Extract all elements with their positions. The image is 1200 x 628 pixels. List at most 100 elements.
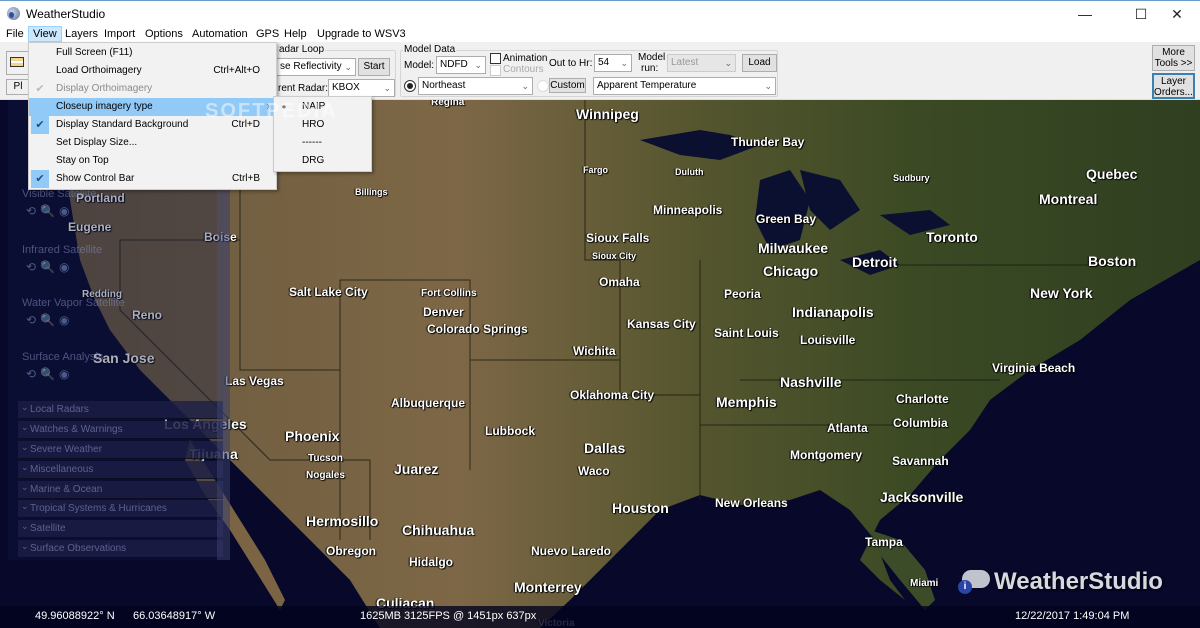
menu-item-label: Stay on Top xyxy=(56,155,109,166)
contours-checkbox[interactable] xyxy=(490,65,501,76)
menu-upgrade[interactable]: Upgrade to WSV3 xyxy=(313,26,410,42)
more-tools-button[interactable]: More Tools >> xyxy=(1152,45,1195,71)
custom-radio[interactable] xyxy=(537,80,549,92)
city-label: Toronto xyxy=(926,229,978,245)
city-label: Oklahoma City xyxy=(570,388,655,402)
category-watches-warnings[interactable]: Watches & Warnings xyxy=(18,418,223,439)
layers-toggle-button[interactable] xyxy=(6,51,30,75)
minimize-button[interactable]: — xyxy=(1062,1,1108,27)
city-label: Green Bay xyxy=(756,212,817,226)
category-surface-observations[interactable]: Surface Observations xyxy=(18,537,223,558)
city-label: Kansas City xyxy=(627,317,696,331)
city-label: Nogales xyxy=(306,470,345,481)
softpedia-watermark: SOFTPEDIA xyxy=(205,100,338,122)
model-label: Model: xyxy=(404,60,435,71)
model-select[interactable]: NDFD ⌄ xyxy=(436,56,486,74)
model-data-label: Model Data xyxy=(403,44,457,55)
datetime-readout: 12/22/2017 1:49:04 PM xyxy=(1015,610,1130,622)
city-label: Charlotte xyxy=(896,392,949,406)
app-icon xyxy=(7,7,20,20)
city-label: Hidalgo xyxy=(409,555,453,569)
section-surface-analysis[interactable]: Surface Analysis xyxy=(22,351,103,363)
city-label: Waco xyxy=(578,464,610,478)
menu-item-full-screen[interactable]: Full Screen (F11) xyxy=(29,44,276,62)
current-radar-select[interactable]: KBOX ⌄ xyxy=(328,79,395,97)
city-label: Montgomery xyxy=(790,448,862,462)
menu-item-stay-on-top[interactable]: Stay on Top xyxy=(29,152,276,170)
city-label: Tampa xyxy=(865,535,903,549)
city-label: Detroit xyxy=(852,254,898,270)
close-button[interactable]: ✕ xyxy=(1154,1,1200,27)
variable-select[interactable]: Apparent Temperature ⌄ xyxy=(593,77,776,95)
check-icon: ✔ xyxy=(35,83,45,95)
menu-item-load-orthoimagery[interactable]: Load Orthoimagery Ctrl+Alt+O xyxy=(29,62,276,80)
menu-item-label: Display Standard Background xyxy=(56,119,189,130)
city-label: Boston xyxy=(1088,253,1137,269)
city-label: Salt Lake City xyxy=(289,285,368,299)
menu-automation[interactable]: Automation xyxy=(188,26,252,42)
category-miscellaneous[interactable]: Miscellaneous xyxy=(18,458,223,479)
submenu-item-label: ------ xyxy=(302,137,322,148)
region-value: Northeast xyxy=(422,80,466,91)
region-select[interactable]: Northeast ⌄ xyxy=(418,77,533,95)
menu-item-shortcut: Ctrl+B xyxy=(231,173,260,184)
section-icons[interactable]: ⟲🔍◉ xyxy=(26,260,73,274)
section-infrared-satellite[interactable]: Infrared Satellite xyxy=(22,244,102,256)
city-label: Atlanta xyxy=(827,421,868,435)
menu-help[interactable]: Help xyxy=(280,26,311,42)
category-tropical[interactable]: Tropical Systems & Hurricanes xyxy=(18,497,223,518)
menu-bar: File View Layers Import Options Automati… xyxy=(0,26,1200,42)
menu-item-display-orthoimagery[interactable]: ✔ Display Orthoimagery xyxy=(29,80,276,98)
menu-item-set-display-size[interactable]: Set Display Size... xyxy=(29,134,276,152)
city-label: Nashville xyxy=(780,374,842,390)
menu-import[interactable]: Import xyxy=(100,26,139,42)
menu-file[interactable]: File xyxy=(2,26,28,42)
city-label: Obregon xyxy=(326,544,376,558)
city-label: Fargo xyxy=(583,165,609,175)
category-severe-weather[interactable]: Severe Weather xyxy=(18,438,223,459)
model-value: NDFD xyxy=(440,59,468,70)
city-label: Billings xyxy=(355,187,388,197)
submenu-item-drg[interactable]: DRG xyxy=(274,152,371,170)
custom-button[interactable]: Custom xyxy=(549,78,586,93)
start-button[interactable]: Start xyxy=(358,58,390,76)
category-local-radars[interactable]: Local Radars xyxy=(18,398,223,419)
check-icon: ✔ xyxy=(31,116,49,134)
city-label: Columbia xyxy=(893,416,948,430)
city-label: Quebec xyxy=(1086,166,1138,182)
city-label: Virginia Beach xyxy=(992,361,1076,375)
city-label: Denver xyxy=(423,305,464,319)
section-water-vapor-satellite[interactable]: Water Vapor Satellite xyxy=(22,297,125,309)
city-label: New Orleans xyxy=(715,496,788,510)
city-label: Nuevo Laredo xyxy=(531,544,612,558)
city-label: New York xyxy=(1030,285,1093,301)
out-to-hr-select[interactable]: 54 ⌄ xyxy=(594,54,632,72)
load-button[interactable]: Load xyxy=(742,54,777,72)
animation-checkbox[interactable] xyxy=(490,53,501,64)
menu-item-show-control-bar[interactable]: ✔ Show Control Bar Ctrl+B xyxy=(29,170,276,188)
menu-gps[interactable]: GPS xyxy=(252,26,283,42)
contours-label: Contours xyxy=(503,64,544,75)
city-label: Monterrey xyxy=(514,579,582,595)
region-radio[interactable] xyxy=(404,80,416,92)
model-run-select[interactable]: Latest ⌄ xyxy=(667,54,736,72)
category-marine-ocean[interactable]: Marine & Ocean xyxy=(18,478,223,499)
category-satellite[interactable]: Satellite xyxy=(18,517,223,538)
chevron-down-icon: ⌄ xyxy=(474,60,482,70)
section-icons[interactable]: ⟲🔍◉ xyxy=(26,367,73,381)
section-icons[interactable]: ⟲🔍◉ xyxy=(26,204,73,218)
menu-layers[interactable]: Layers xyxy=(61,26,102,42)
play-button[interactable]: Pl xyxy=(6,79,30,95)
menu-item-shortcut: Ctrl+Alt+O xyxy=(213,65,260,76)
radar-product-select[interactable]: se Reflectivity ⌄ xyxy=(276,58,356,76)
menu-view[interactable]: View xyxy=(28,26,62,42)
section-icons[interactable]: ⟲🔍◉ xyxy=(26,313,73,327)
info-icon: i xyxy=(958,580,972,594)
layer-orders-button[interactable]: Layer Orders... xyxy=(1152,73,1195,99)
menu-item-label: Set Display Size... xyxy=(56,137,138,148)
menu-options[interactable]: Options xyxy=(141,26,187,42)
model-run-label-2: run: xyxy=(641,63,659,74)
chevron-down-icon: ⌄ xyxy=(620,58,628,68)
city-label: Hermosillo xyxy=(306,513,379,529)
city-label: Wichita xyxy=(573,344,616,358)
